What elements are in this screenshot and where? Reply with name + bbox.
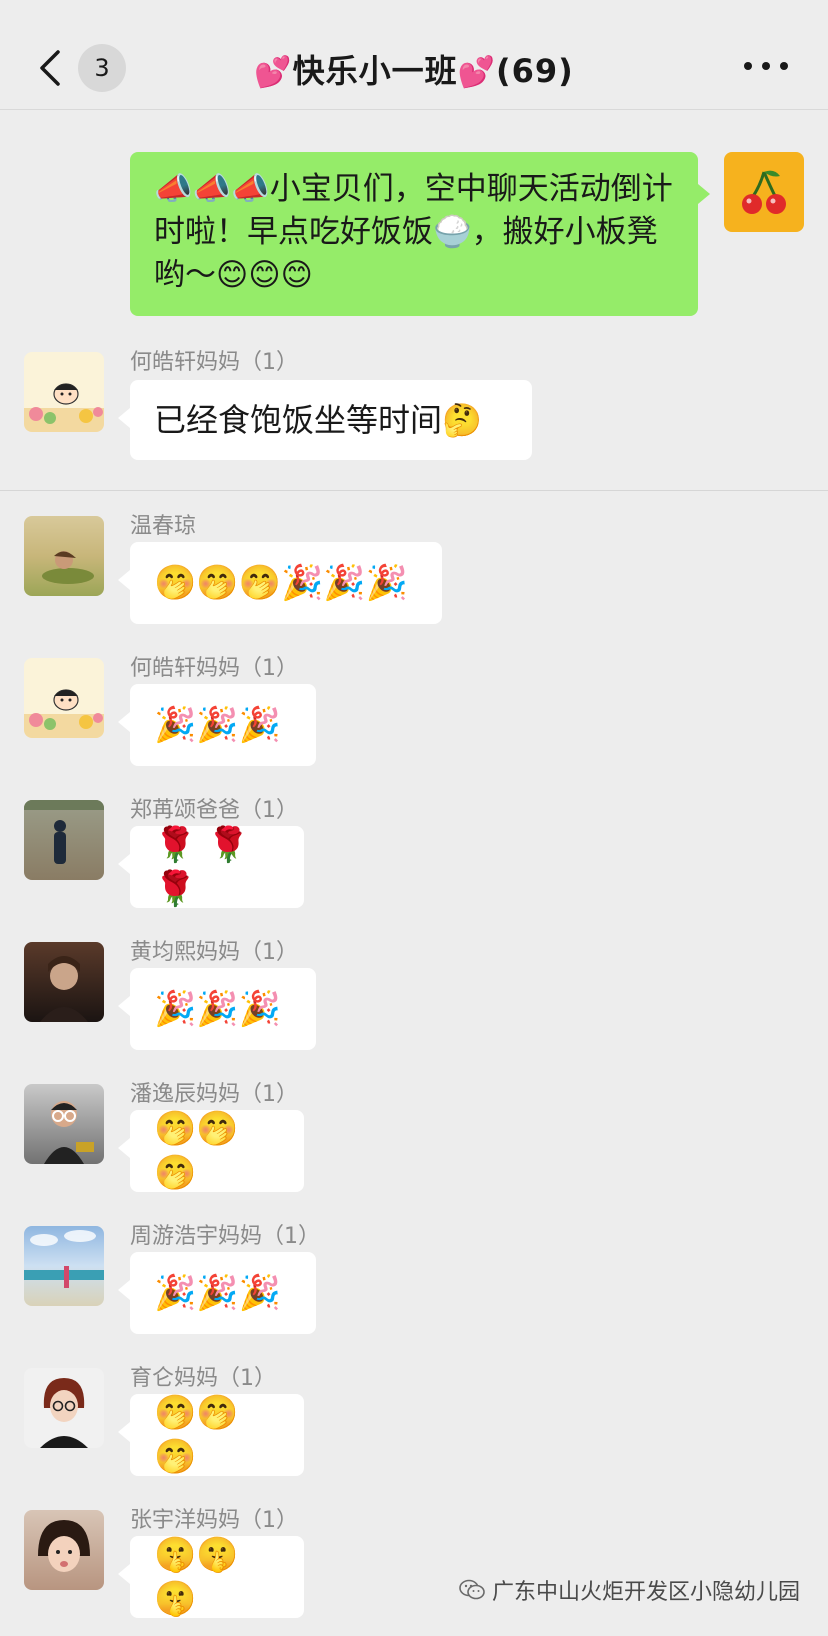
sender-avatar[interactable] <box>24 1084 104 1164</box>
child-with-glasses-icon <box>44 1101 94 1164</box>
self-avatar[interactable] <box>724 152 804 232</box>
wechat-icon <box>459 1579 485 1600</box>
message-bubble[interactable]: 🤫🤫🤫 <box>118 1535 304 1619</box>
message-text: 🎉🎉🎉 <box>154 989 282 1029</box>
unread-divider <box>0 490 828 491</box>
message-bubble[interactable]: 🌹 🌹 🌹 <box>118 825 304 909</box>
child-portrait-icon <box>38 1520 90 1572</box>
hearts-emoji-icon: 💕 <box>254 55 293 90</box>
woman-portrait-icon <box>40 1378 88 1448</box>
message-text: 🤭🤭🤭 <box>154 1393 239 1477</box>
message-text: 🤭🤭🤭 <box>154 1109 239 1193</box>
member-count: (69) <box>495 52 574 90</box>
message-text: 🌹 🌹 🌹 <box>154 825 250 909</box>
sender-avatar[interactable] <box>24 516 104 596</box>
cartoon-boy-icon <box>24 689 104 738</box>
chat-title: 💕快乐小一班💕(69) <box>0 46 828 92</box>
sender-name: 黄均熙妈妈（1） <box>130 940 298 965</box>
message-text: 📣📣📣小宝贝们，空中聊天活动倒计时啦！早点吃好饭饭🍚，搬好小板凳哟～😊😊😊 <box>154 171 673 293</box>
more-options-button[interactable] <box>744 58 788 74</box>
message-text: 🤭🤭🤭🎉🎉🎉 <box>154 563 409 603</box>
dot-icon <box>744 62 752 70</box>
watermark-text: 广东中山火炬开发区小隐幼儿园 <box>491 1580 800 1605</box>
sender-name: 潘逸辰妈妈（1） <box>130 1082 298 1107</box>
message-bubble[interactable]: 已经食饱饭坐等时间🤔 <box>118 380 532 460</box>
cartoon-boy-icon <box>24 383 104 432</box>
sender-name: 张宇洋妈妈（1） <box>130 1508 298 1533</box>
sender-avatar[interactable] <box>24 352 104 432</box>
message-text: 🤫🤫🤫 <box>154 1535 239 1619</box>
sender-name: 温春琼 <box>130 514 197 539</box>
message-text: 🎉🎉🎉 <box>154 1273 282 1313</box>
sender-name: 周游浩宇妈妈（1） <box>130 1224 320 1249</box>
chat-header: 3 💕快乐小一班💕(69) <box>0 0 828 110</box>
message-bubble[interactable]: 🤭🤭🤭 <box>118 1393 304 1477</box>
message-text: 已经食饱饭坐等时间🤔 <box>154 401 482 439</box>
dot-icon <box>780 62 788 70</box>
sender-name: 郑苒颂爸爸（1） <box>130 798 298 823</box>
message-bubble[interactable]: 📣📣📣小宝贝们，空中聊天活动倒计时啦！早点吃好饭饭🍚，搬好小板凳哟～😊😊😊 <box>130 152 710 316</box>
message-bubble[interactable]: 🎉🎉🎉 <box>118 684 316 766</box>
group-name: 快乐小一班 <box>292 52 458 90</box>
child-in-field-icon <box>42 551 94 584</box>
dot-icon <box>762 62 770 70</box>
message-bubble[interactable]: 🎉🎉🎉 <box>118 968 316 1050</box>
message-text: 🎉🎉🎉 <box>154 705 282 745</box>
sender-avatar[interactable] <box>24 1226 104 1306</box>
sender-avatar[interactable] <box>24 1368 104 1448</box>
person-silhouette-icon <box>24 800 104 864</box>
message-bubble[interactable]: 🤭🤭🤭🎉🎉🎉 <box>118 542 442 624</box>
cherry-icon <box>742 170 786 214</box>
sender-avatar[interactable] <box>24 658 104 738</box>
beach-photo-icon <box>24 1230 104 1288</box>
portrait-icon <box>40 956 88 1022</box>
sender-avatar[interactable] <box>24 800 104 880</box>
sender-avatar[interactable] <box>24 1510 104 1590</box>
message-bubble[interactable]: 🤭🤭🤭 <box>118 1109 304 1193</box>
sender-avatar[interactable] <box>24 942 104 1022</box>
sender-name: 何皓轩妈妈（1） <box>130 656 298 681</box>
hearts-emoji-icon: 💕 <box>457 55 496 90</box>
watermark: 广东中山火炬开发区小隐幼儿园 <box>458 1574 800 1606</box>
message-bubble[interactable]: 🎉🎉🎉 <box>118 1252 316 1334</box>
sender-name: 育仑妈妈（1） <box>130 1366 276 1391</box>
sender-name: 何皓轩妈妈（1） <box>130 350 298 375</box>
